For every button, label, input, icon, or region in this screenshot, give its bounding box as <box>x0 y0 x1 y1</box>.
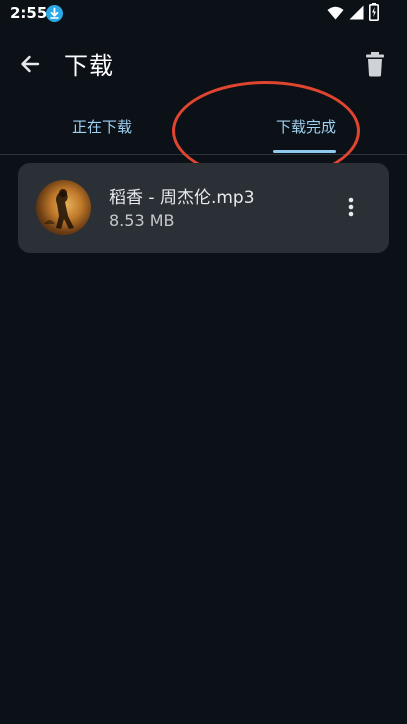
list-item[interactable]: 稻香 - 周杰伦.mp3 8.53 MB <box>18 163 389 253</box>
status-bar: 2:55 <box>0 0 407 28</box>
screen: 2:55 下载 正在下载 下载完成 稻香 - 周杰伦.mp3 8.53 MB <box>0 0 407 724</box>
page-title: 下载 <box>64 52 114 80</box>
more-vert-icon <box>348 197 354 217</box>
battery-icon <box>369 3 379 25</box>
back-button[interactable] <box>16 50 44 78</box>
trash-icon <box>366 52 384 77</box>
arrow-left-icon <box>21 55 40 73</box>
wifi-icon <box>327 5 344 24</box>
download-notification-icon <box>46 5 63 22</box>
signal-icon <box>349 5 364 24</box>
status-time: 2:55 <box>10 4 48 22</box>
item-title: 稻香 - 周杰伦.mp3 <box>109 188 255 208</box>
status-icons <box>327 3 379 25</box>
more-button[interactable] <box>345 193 357 221</box>
item-size: 8.53 MB <box>109 211 175 230</box>
delete-button[interactable] <box>363 50 387 78</box>
album-art <box>36 180 91 235</box>
tab-downloading[interactable]: 正在下载 <box>52 98 152 154</box>
app-bar: 下载 <box>0 28 407 98</box>
